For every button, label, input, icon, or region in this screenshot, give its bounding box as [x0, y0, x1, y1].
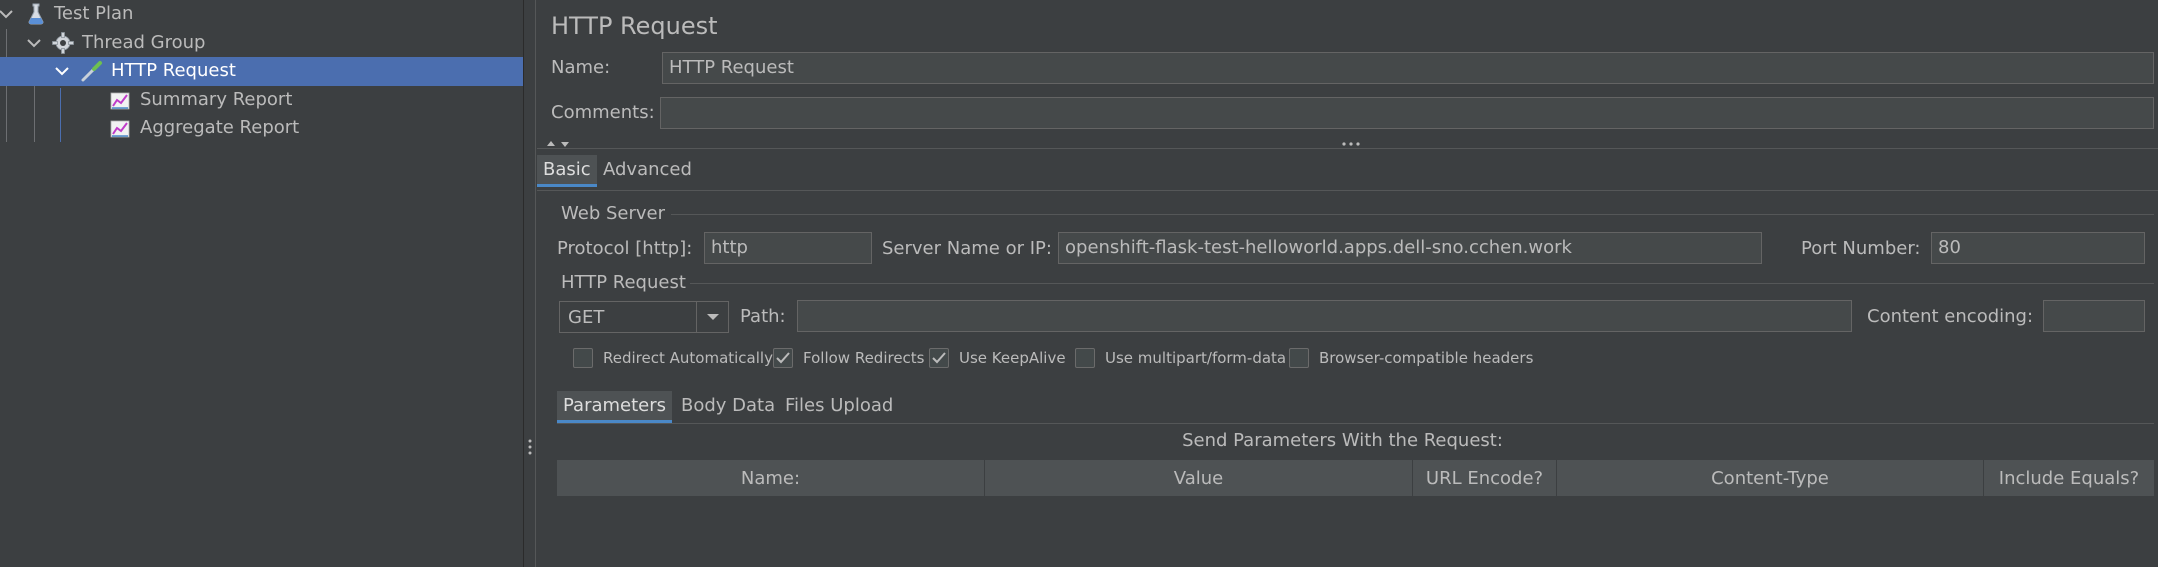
content-encoding-label: Content encoding:: [1867, 306, 2034, 327]
checkbox-label: Use multipart/form-data: [1105, 349, 1287, 367]
page-title: HTTP Request: [551, 12, 718, 40]
http-request-panel: HTTP Request Name: HTTP Request Comments…: [537, 0, 2158, 567]
use-multipart-checkbox[interactable]: Use multipart/form-data: [1075, 348, 1286, 368]
tree-item-aggregate-report[interactable]: Aggregate Report: [0, 114, 523, 143]
tree-item-label: Test Plan: [54, 3, 134, 24]
comments-label: Comments:: [551, 102, 655, 123]
group-divider: [690, 283, 2154, 284]
dropdown-arrow-icon[interactable]: [696, 302, 728, 332]
checkbox-box[interactable]: [573, 348, 593, 368]
column-header-name[interactable]: Name:: [557, 460, 985, 496]
tab-body-data[interactable]: Body Data: [675, 391, 781, 420]
chart-icon: [110, 92, 130, 110]
check-icon: [932, 352, 946, 364]
tree-item-label: HTTP Request: [111, 60, 236, 81]
name-label: Name:: [551, 57, 611, 78]
tab-divider: [537, 190, 2158, 191]
port-number-label: Port Number:: [1801, 238, 1921, 259]
checkbox-box[interactable]: [773, 348, 793, 368]
column-header-url-encode[interactable]: URL Encode?: [1413, 460, 1557, 496]
tree-item-thread-group[interactable]: Thread Group: [0, 29, 523, 58]
checkbox-label: Follow Redirects: [803, 349, 925, 367]
gear-icon: [52, 32, 74, 54]
server-name-field[interactable]: openshift-flask-test-helloworld.apps.del…: [1058, 232, 1762, 264]
checkbox-label: Browser-compatible headers: [1319, 349, 1534, 367]
use-keepalive-checkbox[interactable]: Use KeepAlive: [929, 348, 1066, 368]
checkbox-box[interactable]: [1075, 348, 1095, 368]
checkbox-box[interactable]: [929, 348, 949, 368]
method-value: GET: [568, 306, 605, 328]
checkbox-label: Redirect Automatically: [603, 349, 773, 367]
redirect-automatically-checkbox[interactable]: Redirect Automatically: [573, 348, 773, 368]
follow-redirects-checkbox[interactable]: Follow Redirects: [773, 348, 925, 368]
column-header-include-equals[interactable]: Include Equals?: [1984, 460, 2154, 496]
protocol-field[interactable]: http: [704, 232, 872, 264]
tree-item-label: Summary Report: [140, 89, 293, 110]
drag-handle-icon[interactable]: [1341, 141, 1361, 147]
path-label: Path:: [740, 306, 786, 327]
test-plan-tree: Test Plan Thread Group HTTP Request Summ…: [0, 0, 523, 567]
chevron-down-icon[interactable]: [54, 63, 70, 79]
check-icon: [776, 352, 790, 364]
chart-icon: [110, 120, 130, 138]
pipette-icon: [81, 61, 102, 82]
collapse-arrows-icon[interactable]: [545, 139, 573, 149]
group-divider: [671, 214, 2154, 215]
checkbox-box[interactable]: [1289, 348, 1309, 368]
content-encoding-field[interactable]: [2043, 300, 2145, 332]
tab-advanced[interactable]: Advanced: [597, 155, 698, 184]
flask-icon: [28, 3, 44, 25]
column-header-content-type[interactable]: Content-Type: [1557, 460, 1984, 496]
web-server-group-title: Web Server: [561, 203, 665, 224]
checkbox-label: Use KeepAlive: [959, 349, 1066, 367]
horizontal-splitter[interactable]: [537, 139, 2158, 149]
tree-item-test-plan[interactable]: Test Plan: [0, 0, 523, 29]
port-number-field[interactable]: 80: [1931, 232, 2145, 264]
tab-files-upload[interactable]: Files Upload: [779, 391, 899, 420]
protocol-label: Protocol [http]:: [557, 238, 693, 259]
tree-item-http-request[interactable]: HTTP Request: [0, 57, 523, 86]
tab-basic[interactable]: Basic: [537, 155, 597, 187]
column-header-value[interactable]: Value: [985, 460, 1413, 496]
tree-item-label: Thread Group: [82, 32, 206, 53]
tab-parameters[interactable]: Parameters: [557, 391, 673, 423]
vertical-splitter[interactable]: [523, 0, 536, 567]
browser-compatible-headers-checkbox[interactable]: Browser-compatible headers: [1289, 348, 1533, 368]
path-field[interactable]: [797, 300, 1852, 332]
comments-field[interactable]: [660, 97, 2154, 129]
http-request-group-title: HTTP Request: [561, 272, 686, 293]
drag-handle-icon[interactable]: [528, 438, 532, 456]
chevron-down-icon[interactable]: [26, 35, 42, 51]
tree-item-label: Aggregate Report: [140, 117, 300, 138]
tab-divider: [557, 423, 2154, 424]
name-field[interactable]: HTTP Request: [662, 52, 2154, 84]
method-select[interactable]: GET: [559, 301, 729, 333]
parameters-table-title: Send Parameters With the Request:: [1182, 430, 1503, 451]
tree-item-summary-report[interactable]: Summary Report: [0, 86, 523, 115]
server-name-label: Server Name or IP:: [882, 238, 1052, 259]
chevron-down-icon[interactable]: [0, 6, 14, 22]
